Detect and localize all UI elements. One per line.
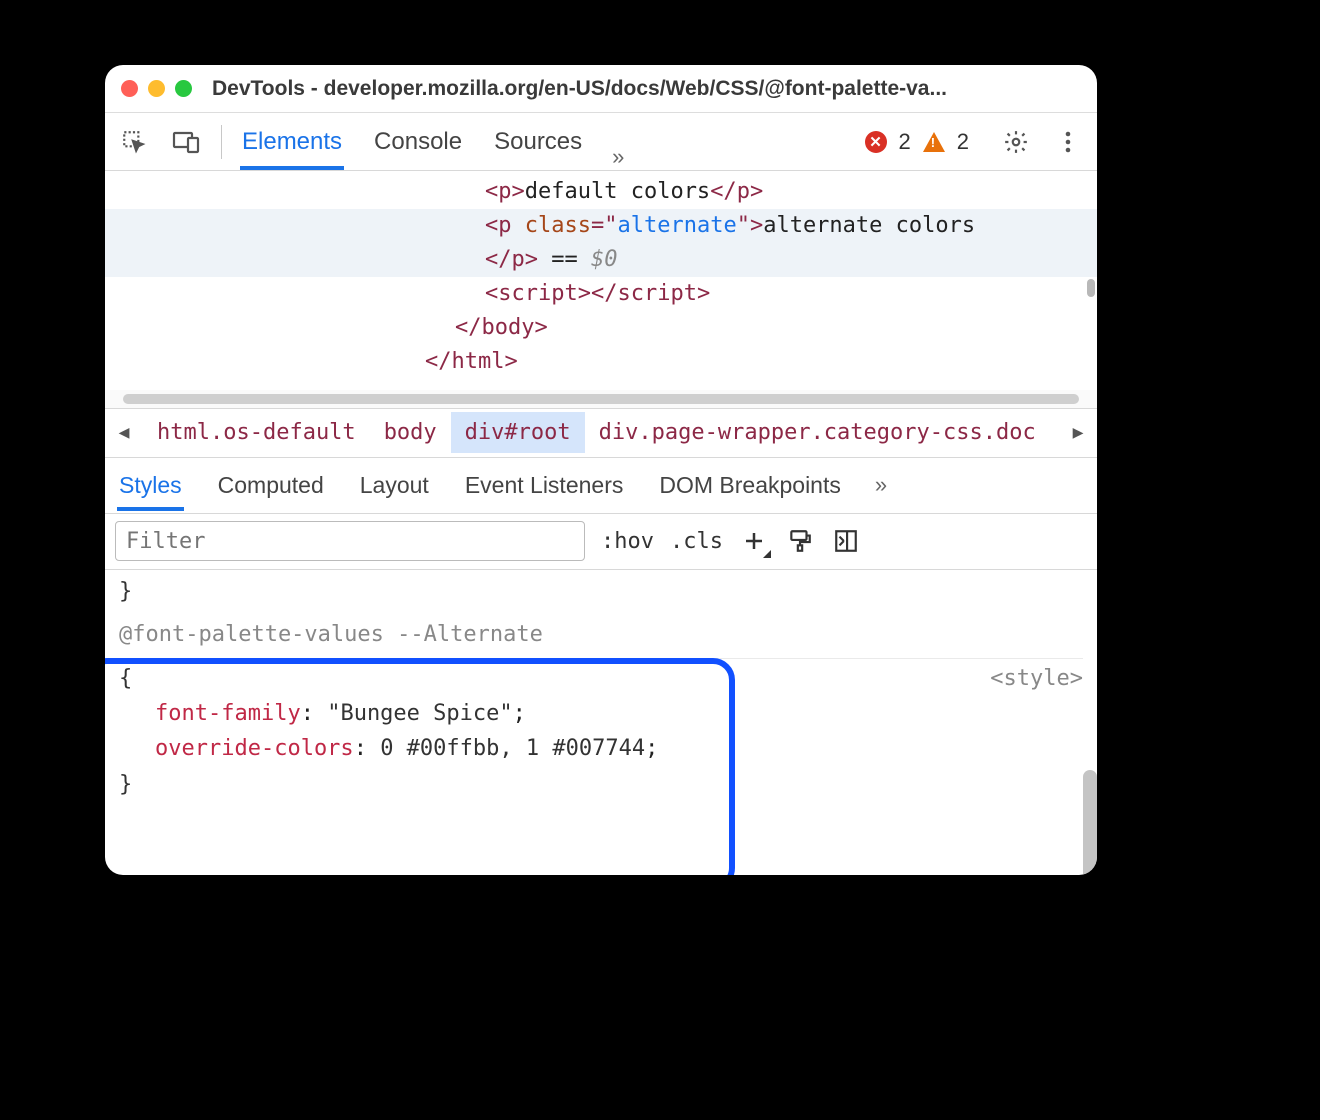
styles-filter-row: :hov .cls — [105, 514, 1097, 570]
more-tabs-icon[interactable]: » — [612, 144, 624, 170]
styles-scrollbar[interactable] — [1083, 770, 1097, 875]
rule-close-brace: } — [119, 574, 1083, 609]
minimize-button[interactable] — [148, 80, 165, 97]
css-declaration[interactable]: font-family: "Bungee Spice"; — [119, 696, 1083, 731]
at-rule-name[interactable]: @font-palette-values --Alternate — [119, 609, 1083, 659]
breadcrumb: ◀ html.os-default body div#root div.page… — [105, 408, 1097, 458]
tab-layout[interactable]: Layout — [358, 460, 431, 511]
tab-event-listeners[interactable]: Event Listeners — [463, 460, 626, 511]
breadcrumb-item[interactable]: body — [370, 412, 451, 453]
hov-toggle[interactable]: :hov — [601, 529, 654, 554]
tab-console[interactable]: Console — [372, 114, 464, 170]
tab-computed[interactable]: Computed — [216, 460, 326, 511]
settings-icon[interactable] — [999, 125, 1033, 159]
tab-dom-breakpoints[interactable]: DOM Breakpoints — [657, 460, 843, 511]
breadcrumb-item[interactable]: html.os-default — [143, 412, 370, 453]
tab-styles[interactable]: Styles — [117, 460, 184, 511]
computed-toggle-icon[interactable] — [831, 526, 861, 556]
toolbar-divider — [221, 125, 222, 159]
dom-scrollbar[interactable] — [1087, 279, 1095, 297]
devtools-window: DevTools - developer.mozilla.org/en-US/d… — [105, 65, 1097, 875]
maximize-button[interactable] — [175, 80, 192, 97]
crumb-right-icon[interactable]: ▶ — [1059, 422, 1097, 443]
dom-node[interactable]: <script></script> — [105, 277, 1097, 311]
dom-node[interactable]: </body> — [105, 311, 1097, 345]
breadcrumb-item-selected[interactable]: div#root — [451, 412, 585, 453]
styles-panel[interactable]: } @font-palette-values --Alternate <styl… — [105, 570, 1097, 875]
styles-tabbar: Styles Computed Layout Event Listeners D… — [105, 458, 1097, 514]
dom-tree[interactable]: <p>default colors</p> <p class="alternat… — [105, 171, 1097, 390]
css-declaration[interactable]: override-colors: 0 #00ffbb, 1 #007744; — [119, 731, 1083, 766]
dom-node[interactable]: </html> — [105, 345, 1097, 379]
warning-count: 2 — [957, 129, 969, 155]
main-toolbar: Elements Console Sources » ✕ 2 2 — [105, 113, 1097, 171]
titlebar: DevTools - developer.mozilla.org/en-US/d… — [105, 65, 1097, 113]
rule-body: <style> { font-family: "Bungee Spice"; o… — [119, 661, 1083, 802]
paint-icon[interactable] — [785, 526, 815, 556]
new-style-rule-icon[interactable] — [739, 526, 769, 556]
window-title: DevTools - developer.mozilla.org/en-US/d… — [212, 77, 947, 101]
inspect-icon[interactable] — [117, 125, 151, 159]
dom-node[interactable]: <p>default colors</p> — [105, 175, 1097, 209]
error-icon: ✕ — [865, 131, 887, 153]
rule-open-brace: { — [119, 661, 1083, 696]
dom-node-selected[interactable]: <p class="alternate">alternate colors — [105, 209, 1097, 243]
cls-toggle[interactable]: .cls — [670, 529, 723, 554]
dom-node-selected-close[interactable]: </p> == $0 — [105, 243, 1097, 277]
tab-sources[interactable]: Sources — [492, 114, 584, 170]
rule-source[interactable]: <style> — [990, 661, 1083, 696]
error-count: 2 — [899, 129, 911, 155]
horizontal-scrollbar[interactable] — [105, 390, 1097, 408]
issue-badges[interactable]: ✕ 2 2 — [865, 129, 970, 155]
kebab-menu-icon[interactable] — [1051, 125, 1085, 159]
close-button[interactable] — [121, 80, 138, 97]
filter-input[interactable] — [115, 521, 585, 561]
more-panel-tabs-icon[interactable]: » — [875, 472, 887, 498]
rule-close-brace: } — [119, 767, 1083, 802]
tab-elements[interactable]: Elements — [240, 114, 344, 170]
device-toggle-icon[interactable] — [169, 125, 203, 159]
warning-icon — [923, 132, 945, 152]
panel-tabbar: Elements Console Sources » — [240, 113, 624, 170]
crumb-left-icon[interactable]: ◀ — [105, 422, 143, 443]
breadcrumb-item[interactable]: div.page-wrapper.category-css.doc — [585, 412, 1050, 453]
traffic-lights — [121, 80, 192, 97]
